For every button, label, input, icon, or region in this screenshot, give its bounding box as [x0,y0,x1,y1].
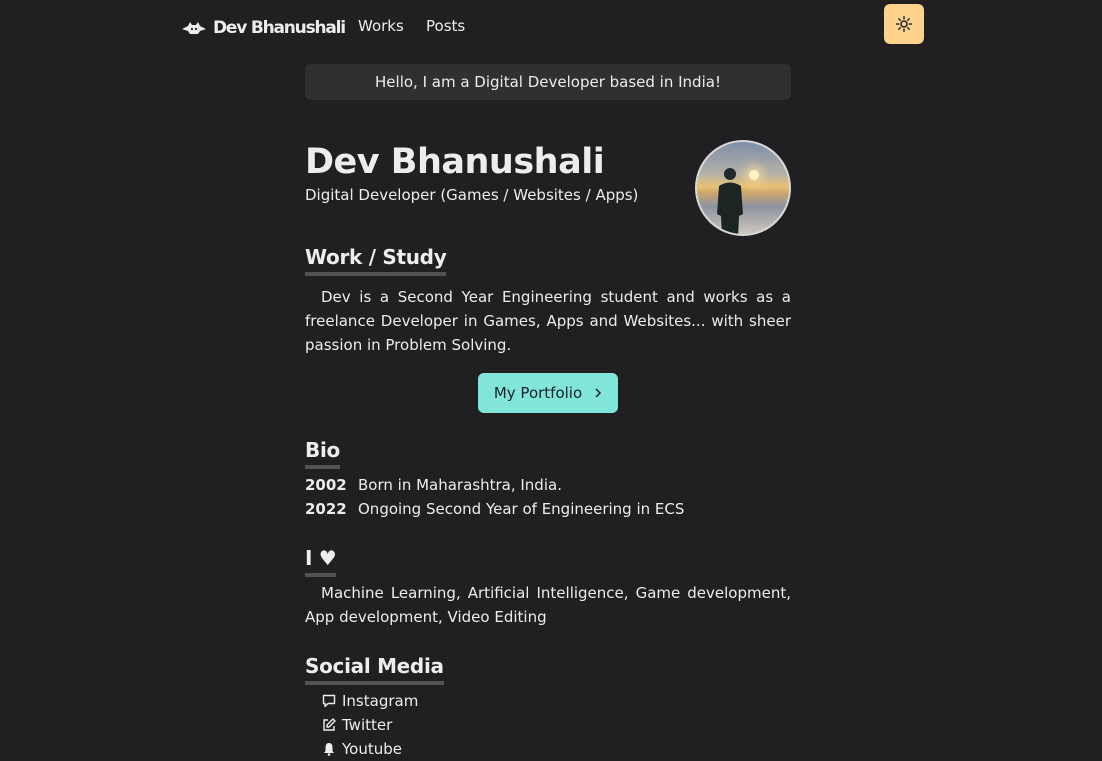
sunset-glow [749,170,759,180]
bio-year: 2022 [305,500,347,518]
person-silhouette [717,168,743,234]
social-link-youtube[interactable]: Youtube [305,737,402,761]
loves-section-title: I ♥ [305,545,337,577]
nav-link-posts[interactable]: Posts [426,17,465,35]
bio-section-title: Bio [305,437,340,469]
sun-icon [896,16,912,32]
brand-logo-link[interactable]: Dev Bhanushali [181,16,346,40]
loves-description: Machine Learning, Artificial Intelligenc… [305,584,791,626]
greeting-banner: Hello, I am a Digital Developer based in… [305,64,791,100]
bio-section: Bio 2002 Born in Maharashtra, India. 202… [305,437,791,521]
work-description: Dev is a Second Year Engineering student… [305,288,791,354]
social-label: Instagram [342,692,419,710]
edit-icon [323,718,336,731]
work-section: Work / Study Dev is a Second Year Engine… [305,244,791,413]
social-link-twitter[interactable]: Twitter [305,713,392,737]
loves-section: I ♥ Machine Learning, Artificial Intelli… [305,545,791,629]
bio-entry: 2002 Born in Maharashtra, India. [305,473,791,497]
bio-year: 2002 [305,476,347,494]
cat-logo-icon [182,22,206,34]
social-label: Twitter [342,716,393,734]
social-link-instagram[interactable]: Instagram [305,689,418,713]
nav-link-works[interactable]: Works [358,17,404,35]
bio-text: Born in Maharashtra, India. [358,476,562,494]
bio-text: Ongoing Second Year of Engineering in EC… [358,500,685,518]
my-portfolio-button[interactable]: My Portfolio [477,373,619,413]
brand-name: Dev Bhanushali [213,18,346,38]
bio-entry: 2022 Ongoing Second Year of Engineering … [305,497,791,521]
theme-toggle-button[interactable] [884,4,924,44]
portfolio-button-label: My Portfolio [493,384,583,402]
social-section-title: Social Media [305,653,444,685]
avatar [695,140,791,236]
chevron-right-icon [595,388,602,398]
main-content: Hello, I am a Digital Developer based in… [305,64,791,761]
role-subtitle: Digital Developer (Games / Websites / Ap… [305,186,639,204]
navbar: Dev Bhanushali Works Posts [0,0,1102,56]
page-title: Dev Bhanushali [305,142,605,182]
hero-section: Dev Bhanushali Digital Developer (Games … [305,124,791,244]
social-label: Youtube [342,740,402,758]
bell-icon [324,743,334,756]
chat-bubble-icon [322,694,336,708]
work-section-title: Work / Study [305,244,447,276]
social-section: Social Media Instagram Twitter Youtube [305,653,791,761]
